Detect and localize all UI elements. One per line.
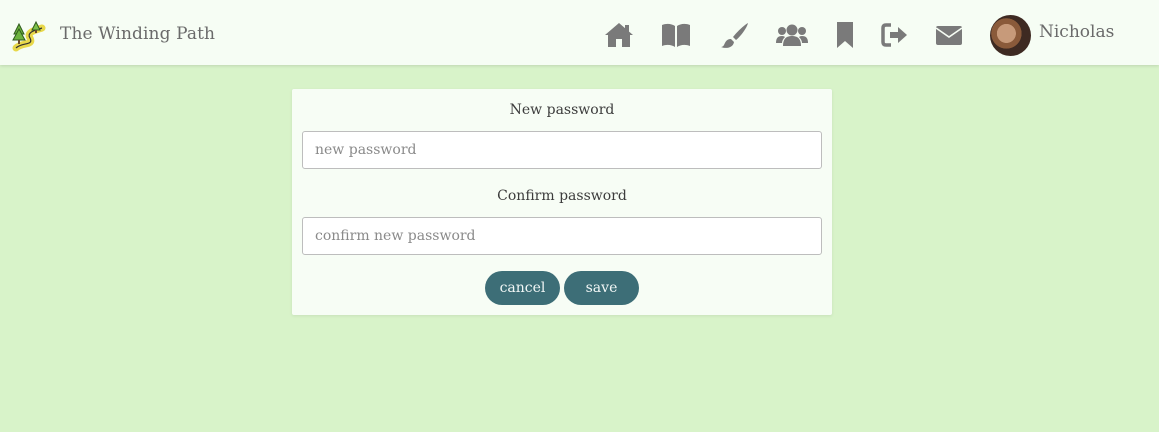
sign-out-icon[interactable] — [879, 20, 911, 50]
top-navbar: The Winding Path Nicholas — [0, 0, 1159, 65]
new-password-label: New password — [509, 102, 615, 118]
brand-title[interactable]: The Winding Path — [60, 24, 215, 44]
book-icon[interactable] — [660, 20, 692, 50]
envelope-icon[interactable] — [933, 20, 965, 50]
change-password-card: New password Confirm password cancel sav… — [292, 89, 832, 315]
logo-icon[interactable] — [12, 20, 46, 54]
save-button[interactable]: save — [564, 271, 639, 305]
avatar[interactable] — [990, 15, 1031, 56]
confirm-password-input[interactable] — [302, 217, 822, 255]
new-password-input[interactable] — [302, 131, 822, 169]
username[interactable]: Nicholas — [1039, 22, 1114, 42]
paintbrush-icon[interactable] — [719, 20, 751, 50]
cancel-button[interactable]: cancel — [485, 271, 560, 305]
bookmark-icon[interactable] — [829, 20, 861, 50]
confirm-password-label: Confirm password — [497, 188, 627, 204]
users-icon[interactable] — [774, 20, 810, 50]
home-icon[interactable] — [603, 20, 635, 50]
